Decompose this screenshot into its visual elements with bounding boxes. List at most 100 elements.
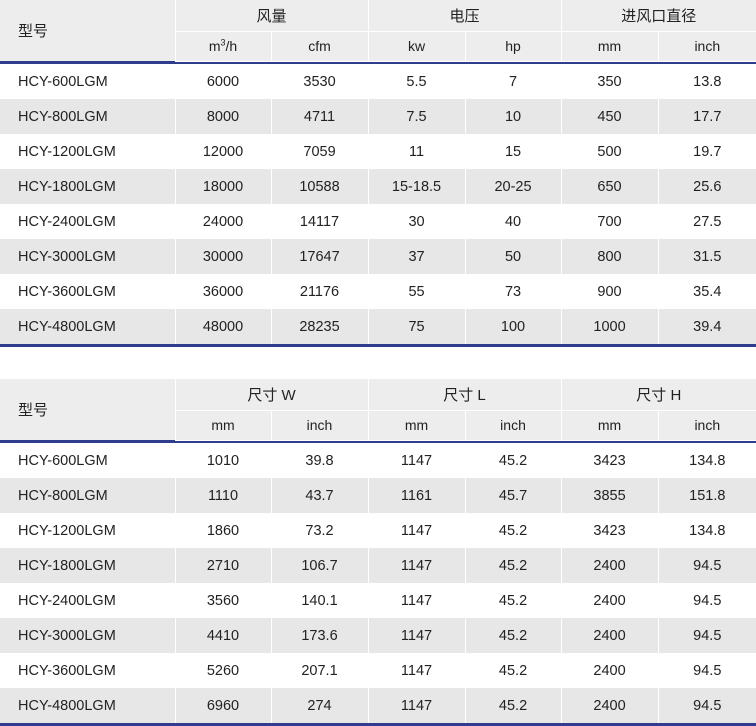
table-row: HCY-4800LGM 48000 28235 75 100 1000 39.4	[0, 309, 756, 344]
column-group-voltage: 电压	[368, 0, 562, 32]
cell-value: 1010	[175, 443, 272, 478]
cell-model: HCY-4800LGM	[0, 309, 176, 344]
cell-value: 19.7	[658, 134, 756, 169]
dimensions-table: 型号 尺寸 W 尺寸 L 尺寸 H mm inch mm inch mm inc…	[0, 379, 756, 726]
table-row: HCY-800LGM 1110 43.7 1161 45.7 3855 151.8	[0, 478, 756, 513]
cell-value: 73	[465, 274, 562, 309]
cell-model: HCY-2400LGM	[0, 583, 176, 618]
cell-value: 1147	[368, 653, 466, 688]
cell-value: 6000	[175, 64, 272, 99]
cell-model: HCY-4800LGM	[0, 688, 176, 723]
column-header-power-kw: kw	[368, 31, 466, 62]
cell-value: 73.2	[271, 513, 369, 548]
table-row: HCY-3000LGM 4410 173.6 1147 45.2 2400 94.5	[0, 618, 756, 653]
group-header-row: 型号 风量 电压 进风口直径	[0, 0, 756, 61]
table-row: HCY-600LGM 1010 39.8 1147 45.2 3423 134.8	[0, 443, 756, 478]
cell-value: 2400	[561, 653, 659, 688]
column-group-dimension-h: 尺寸 H	[561, 379, 756, 411]
cell-value: 43.7	[271, 478, 369, 513]
cell-value: 75	[368, 309, 466, 344]
cell-value: 700	[561, 204, 659, 239]
cell-value: 14117	[271, 204, 369, 239]
cell-value: 1147	[368, 513, 466, 548]
table-row: HCY-1200LGM 1860 73.2 1147 45.2 3423 134.8	[0, 513, 756, 548]
column-header-w-mm: mm	[175, 410, 272, 441]
column-group-airflow: 风量	[175, 0, 369, 32]
cell-value: 30	[368, 204, 466, 239]
cell-value: 17.7	[658, 99, 756, 134]
cell-value: 1147	[368, 548, 466, 583]
cell-value: 3423	[561, 513, 659, 548]
column-header-airflow-cfm: cfm	[271, 31, 369, 62]
cell-value: 12000	[175, 134, 272, 169]
cell-value: 3423	[561, 443, 659, 478]
cell-value: 94.5	[658, 653, 756, 688]
cell-value: 45.7	[465, 478, 562, 513]
table-row: HCY-1800LGM 2710 106.7 1147 45.2 2400 94.5	[0, 548, 756, 583]
cell-value: 1860	[175, 513, 272, 548]
cell-value: 500	[561, 134, 659, 169]
column-header-inlet-inch: inch	[658, 31, 756, 62]
cell-value: 3530	[271, 64, 369, 99]
cell-value: 39.4	[658, 309, 756, 344]
cell-value: 10588	[271, 169, 369, 204]
cell-value: 650	[561, 169, 659, 204]
cell-value: 3855	[561, 478, 659, 513]
table-row: HCY-2400LGM 3560 140.1 1147 45.2 2400 94.5	[0, 583, 756, 618]
cell-value: 20-25	[465, 169, 562, 204]
cell-value: 2400	[561, 688, 659, 723]
cell-value: 4410	[175, 618, 272, 653]
cell-model: HCY-3600LGM	[0, 653, 176, 688]
group-header-row: 型号 尺寸 W 尺寸 L 尺寸 H	[0, 379, 756, 440]
cell-value: 45.2	[465, 688, 562, 723]
cell-value: 2400	[561, 583, 659, 618]
column-header-model: 型号	[0, 0, 176, 61]
cell-value: 900	[561, 274, 659, 309]
column-header-h-mm: mm	[561, 410, 659, 441]
column-header-power-hp: hp	[465, 31, 562, 62]
cell-model: HCY-1200LGM	[0, 513, 176, 548]
cell-value: 45.2	[465, 443, 562, 478]
performance-table-body: HCY-600LGM 6000 3530 5.5 7 350 13.8 HCY-800LGM 8…	[0, 64, 756, 344]
cell-value: 1147	[368, 583, 466, 618]
column-group-dimension-l: 尺寸 L	[368, 379, 562, 411]
cell-value: 173.6	[271, 618, 369, 653]
cell-value: 1147	[368, 618, 466, 653]
cell-value: 134.8	[658, 513, 756, 548]
cell-model: HCY-800LGM	[0, 478, 176, 513]
cell-value: 7.5	[368, 99, 466, 134]
cell-value: 25.6	[658, 169, 756, 204]
cell-model: HCY-3600LGM	[0, 274, 176, 309]
cell-value: 1110	[175, 478, 272, 513]
cell-value: 151.8	[658, 478, 756, 513]
cell-model: HCY-600LGM	[0, 64, 176, 99]
column-group-inlet-diameter: 进风口直径	[561, 0, 756, 32]
cell-value: 50	[465, 239, 562, 274]
cell-value: 3560	[175, 583, 272, 618]
cell-model: HCY-2400LGM	[0, 204, 176, 239]
cell-value: 7	[465, 64, 562, 99]
cell-value: 2400	[561, 618, 659, 653]
cell-value: 134.8	[658, 443, 756, 478]
column-header-l-mm: mm	[368, 410, 466, 441]
dimensions-table-header: 型号 尺寸 W 尺寸 L 尺寸 H mm inch mm inch mm inc…	[0, 379, 756, 443]
cell-value: 45.2	[465, 653, 562, 688]
table-row: HCY-3600LGM 36000 21176 55 73 900 35.4	[0, 274, 756, 309]
cell-value: 40	[465, 204, 562, 239]
cell-value: 274	[271, 688, 369, 723]
cell-value: 350	[561, 64, 659, 99]
cell-value: 28235	[271, 309, 369, 344]
cell-value: 45.2	[465, 583, 562, 618]
dimensions-table-body: HCY-600LGM 1010 39.8 1147 45.2 3423 134.8 HCY-8…	[0, 443, 756, 723]
cell-value: 39.8	[271, 443, 369, 478]
cell-value: 5260	[175, 653, 272, 688]
cell-value: 35.4	[658, 274, 756, 309]
column-header-l-inch: inch	[465, 410, 562, 441]
column-header-inlet-mm: mm	[561, 31, 659, 62]
cell-value: 45.2	[465, 548, 562, 583]
cell-value: 7059	[271, 134, 369, 169]
spec-sheet: 型号 风量 电压 进风口直径 m3/h cfm kw hp mm inch HC…	[0, 0, 756, 726]
column-header-airflow-m3h: m3/h	[175, 31, 272, 62]
cell-value: 45.2	[465, 618, 562, 653]
table-row: HCY-800LGM 8000 4711 7.5 10 450 17.7	[0, 99, 756, 134]
